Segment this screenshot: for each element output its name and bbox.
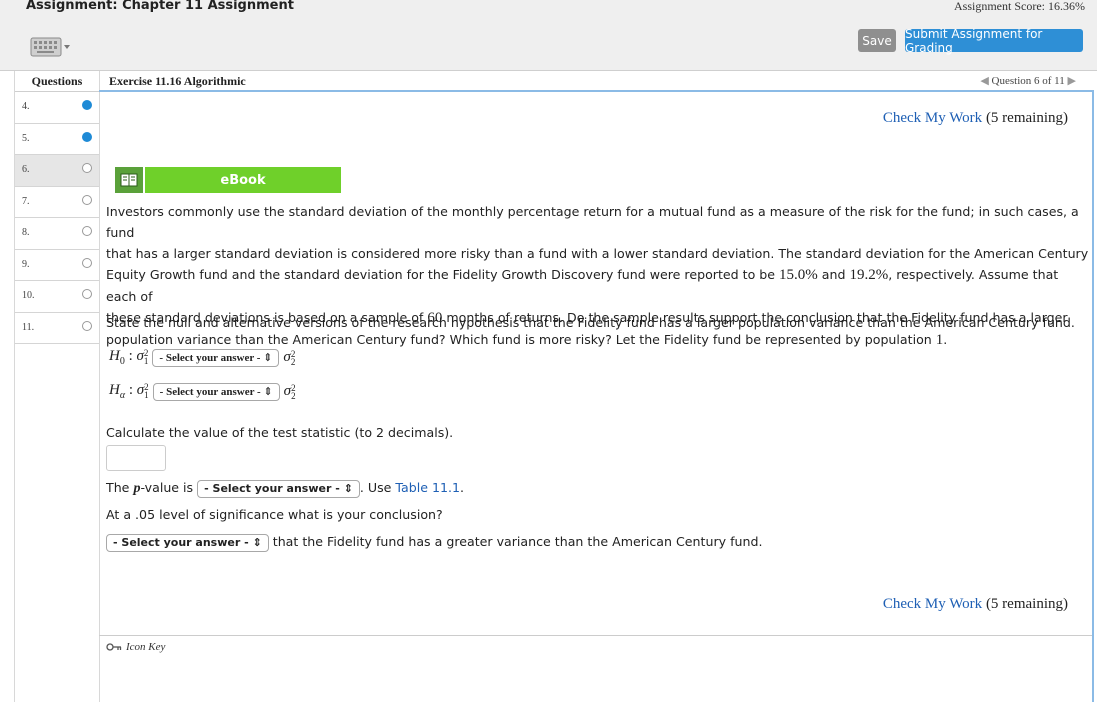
exercise-title: Exercise 11.16 Algorithmic [109, 74, 246, 88]
ebook-button[interactable]: eBook [115, 167, 341, 193]
test-statistic-input[interactable] [106, 445, 166, 471]
problem-line: Investors commonly use the standard devi… [106, 204, 1079, 240]
check-my-work-link[interactable]: Check My Work [883, 596, 982, 612]
sigma2-squared: σ22 [283, 382, 296, 401]
key-icon [106, 643, 122, 651]
question-number: 6. [22, 164, 30, 175]
h0-symbol: H0 : σ21 [109, 347, 149, 367]
previous-question-icon[interactable]: ◀ [980, 75, 988, 87]
american-century-sd: 15.0% [779, 267, 818, 283]
divider [99, 635, 1092, 636]
remaining-count: (5 remaining) [985, 596, 1068, 612]
check-my-work-link[interactable]: Check My Work [883, 110, 982, 126]
next-question-icon[interactable]: ▶ [1068, 75, 1076, 87]
question-item-7[interactable]: 7. [15, 187, 99, 218]
pvalue-text: . [460, 480, 465, 495]
question-item-6[interactable]: 6. [15, 155, 99, 187]
table-link[interactable]: Table 11.1 [395, 480, 460, 495]
question-item-5[interactable]: 5. [15, 124, 99, 155]
icon-key-label: Icon Key [126, 641, 166, 653]
check-my-work-bottom: Check My Work (5 remaining) [883, 596, 1068, 613]
significance-question: At a .05 level of significance what is y… [106, 507, 443, 522]
questions-sidebar: Questions 4. 5. 6. 7. 8. 9. 10. 11. [14, 71, 100, 702]
problem-text: . [943, 332, 948, 347]
calculate-instruction: Calculate the value of the test statisti… [106, 425, 454, 440]
question-position: Question 6 of 11 [991, 75, 1065, 87]
pvalue-line: The p-value is - Select your answer - ⇕.… [106, 477, 464, 499]
question-number: 10. [22, 290, 35, 301]
ha-relation-select[interactable]: - Select your answer - ⇕ [152, 382, 280, 401]
assignment-title: Assignment: Chapter 11 Assignment [26, 0, 294, 13]
ha-symbol: Hα : σ21 [109, 381, 149, 401]
conclusion-text: that the Fidelity fund has a greater var… [272, 534, 763, 549]
unanswered-circle-icon [82, 320, 92, 331]
check-my-work-top: Check My Work (5 remaining) [883, 110, 1068, 127]
question-item-4[interactable]: 4. [15, 92, 99, 124]
question-navigator: ◀ Question 6 of 11 ▶ [980, 74, 1076, 87]
problem-text: Equity Growth fund and the standard devi… [106, 267, 780, 282]
top-bar: Assignment: Chapter 11 Assignment Assign… [0, 0, 1097, 71]
conclusion-select[interactable]: - Select your answer - ⇕ [106, 533, 269, 552]
question-item-11[interactable]: 11. [15, 313, 99, 344]
pvalue-text: . Use [359, 480, 396, 495]
ebook-label: eBook [145, 167, 341, 193]
answered-dot-icon [82, 131, 92, 142]
question-number: 11. [22, 321, 35, 333]
fidelity-sd: 19.2% [849, 267, 889, 283]
question-number: 5. [22, 132, 30, 144]
question-item-10[interactable]: 10. [15, 281, 99, 313]
unanswered-circle-icon [82, 194, 92, 205]
pvalue-select[interactable]: - Select your answer - ⇕ [197, 479, 360, 498]
question-number: 4. [22, 101, 30, 112]
question-item-9[interactable]: 9. [15, 250, 99, 281]
pvalue-text: The [106, 480, 134, 495]
exercise-header: Exercise 11.16 Algorithmic ◀ Question 6 … [99, 71, 1094, 92]
alternative-hypothesis: Hα : σ21 - Select your answer - ⇕ σ22 [109, 382, 296, 401]
question-number: 7. [22, 195, 30, 207]
unanswered-circle-icon [82, 257, 92, 268]
null-hypothesis: H0 : σ21 - Select your answer - ⇕ σ22 [109, 348, 295, 367]
conclusion-line: - Select your answer - ⇕ that the Fideli… [106, 531, 763, 552]
unanswered-circle-icon [82, 226, 92, 236]
submit-assignment-button[interactable]: Submit Assignment for Grading [905, 27, 1083, 55]
book-icon [115, 167, 143, 193]
pvalue-text: -value is [140, 480, 194, 495]
problem-text: and [817, 267, 850, 282]
keyboard-icon[interactable] [30, 34, 74, 60]
problem-line: that has a larger standard deviation is … [106, 246, 1089, 261]
assignment-score: Assignment Score: 16.36% [954, 0, 1085, 13]
answered-dot-icon [82, 100, 92, 110]
remaining-count: (5 remaining) [985, 110, 1068, 126]
save-button[interactable]: Save [858, 29, 896, 52]
sigma2-squared: σ22 [283, 348, 296, 367]
unanswered-circle-icon [82, 163, 92, 173]
question-item-8[interactable]: 8. [15, 218, 99, 250]
icon-key-link[interactable]: Icon Key [106, 641, 165, 653]
unanswered-circle-icon [82, 289, 92, 299]
question-number: 9. [22, 258, 30, 270]
h0-relation-select[interactable]: - Select your answer - ⇕ [152, 348, 280, 367]
question-content: Check My Work (5 remaining) eBook Invest… [99, 92, 1094, 702]
question-number: 8. [22, 227, 30, 238]
problem-line: Equity Growth fund and the standard devi… [106, 264, 1092, 307]
problem-text: population variance than the American Ce… [106, 332, 936, 347]
hypothesis-instruction: State the null and alternative versions … [106, 315, 1075, 330]
questions-heading: Questions [15, 71, 99, 92]
